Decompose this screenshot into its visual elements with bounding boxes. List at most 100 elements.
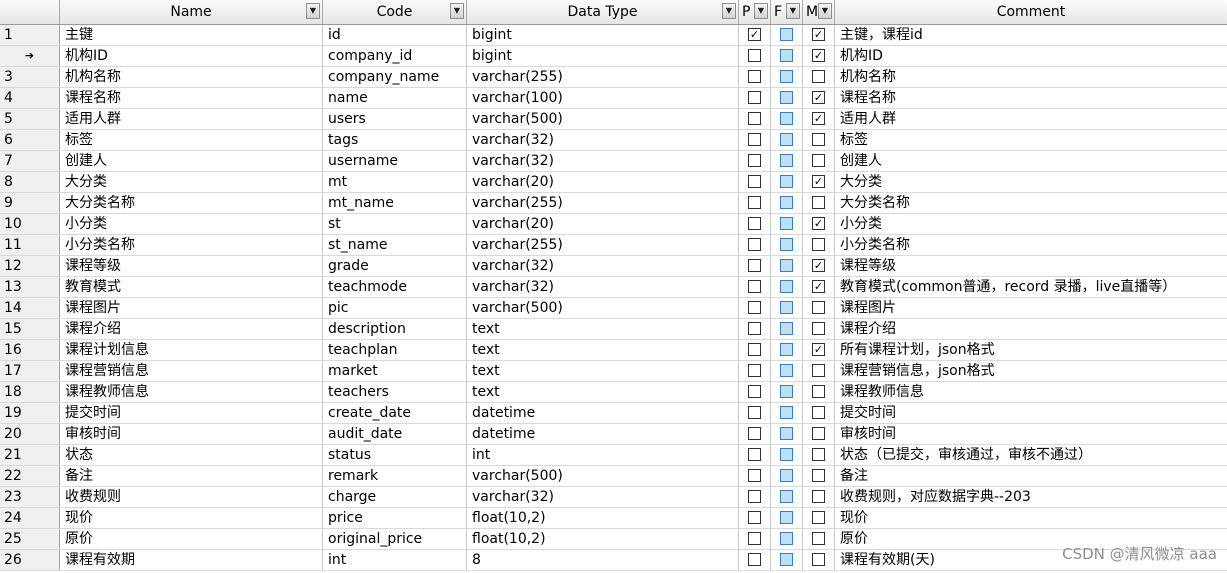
primary-key-checkbox[interactable] <box>748 49 761 62</box>
mandatory-checkbox[interactable] <box>812 511 825 524</box>
table-row[interactable]: 17 课程营销信息 market text 课程营销信息，json格式 <box>0 361 1227 382</box>
foreign-key-checkbox[interactable] <box>780 343 793 356</box>
table-row[interactable]: 12 课程等级 grade varchar(32) 课程等级 ✓ <box>0 256 1227 277</box>
cell-name[interactable]: 课程营销信息 <box>60 361 323 381</box>
cell-data-type[interactable]: varchar(32) <box>467 256 739 276</box>
row-number[interactable]: 11 <box>0 235 60 255</box>
table-row[interactable]: 13 教育模式 teachmode varchar(32) 教育模式(common普通，… <box>0 277 1227 298</box>
cell-code[interactable]: price <box>323 508 467 528</box>
row-number[interactable]: 16 <box>0 340 60 360</box>
chevron-down-icon[interactable]: ▼ <box>450 3 464 19</box>
cell-name[interactable]: 课程图片 <box>60 298 323 318</box>
chevron-down-icon[interactable]: ▼ <box>818 3 832 19</box>
header-p[interactable]: P ▼ <box>739 0 771 24</box>
foreign-key-checkbox[interactable] <box>780 301 793 314</box>
table-row[interactable]: 5 适用人群 users varchar(500) 适用人群 ✓ <box>0 109 1227 130</box>
mandatory-checkbox[interactable] <box>812 322 825 335</box>
cell-name[interactable]: 大分类名称 <box>60 193 323 213</box>
primary-key-checkbox[interactable] <box>748 511 761 524</box>
table-row[interactable]: ➔ 机构ID company_id bigint 机构ID ✓ <box>0 46 1227 67</box>
cell-name[interactable]: 课程名称 <box>60 88 323 108</box>
row-number[interactable]: 9 <box>0 193 60 213</box>
cell-name[interactable]: 提交时间 <box>60 403 323 423</box>
cell-data-type[interactable]: bigint <box>467 25 739 45</box>
cell-data-type[interactable]: bigint <box>467 46 739 66</box>
cell-code[interactable]: name <box>323 88 467 108</box>
cell-data-type[interactable]: datetime <box>467 424 739 444</box>
cell-code[interactable]: st <box>323 214 467 234</box>
mandatory-checkbox[interactable] <box>812 196 825 209</box>
cell-data-type[interactable]: float(10,2) <box>467 529 739 549</box>
cell-name[interactable]: 审核时间 <box>60 424 323 444</box>
foreign-key-checkbox[interactable] <box>780 427 793 440</box>
cell-name[interactable]: 状态 <box>60 445 323 465</box>
foreign-key-checkbox[interactable] <box>780 280 793 293</box>
cell-name[interactable]: 主键 <box>60 25 323 45</box>
foreign-key-checkbox[interactable] <box>780 154 793 167</box>
cell-data-type[interactable]: 8 <box>467 550 739 570</box>
mandatory-checkbox[interactable]: ✓ <box>812 217 825 230</box>
cell-code[interactable]: remark <box>323 466 467 486</box>
foreign-key-checkbox[interactable] <box>780 49 793 62</box>
cell-code[interactable]: market <box>323 361 467 381</box>
foreign-key-checkbox[interactable] <box>780 385 793 398</box>
row-number[interactable]: 19 <box>0 403 60 423</box>
foreign-key-checkbox[interactable] <box>780 322 793 335</box>
cell-data-type[interactable]: varchar(32) <box>467 487 739 507</box>
foreign-key-checkbox[interactable] <box>780 490 793 503</box>
foreign-key-checkbox[interactable] <box>780 259 793 272</box>
arrow-right-icon[interactable]: ➔ <box>0 46 60 66</box>
cell-name[interactable]: 课程有效期 <box>60 550 323 570</box>
foreign-key-checkbox[interactable] <box>780 91 793 104</box>
cell-comment[interactable]: 机构名称 <box>835 67 1227 87</box>
cell-code[interactable]: create_date <box>323 403 467 423</box>
cell-code[interactable]: status <box>323 445 467 465</box>
primary-key-checkbox[interactable] <box>748 259 761 272</box>
foreign-key-checkbox[interactable] <box>780 406 793 419</box>
cell-code[interactable]: tags <box>323 130 467 150</box>
primary-key-checkbox[interactable] <box>748 490 761 503</box>
table-row[interactable]: 1 主键 id bigint 主键，课程id ✓ ✓ <box>0 25 1227 46</box>
header-data-type[interactable]: Data Type ▼ <box>467 0 739 24</box>
row-number[interactable]: 14 <box>0 298 60 318</box>
cell-data-type[interactable]: varchar(32) <box>467 151 739 171</box>
mandatory-checkbox[interactable] <box>812 490 825 503</box>
foreign-key-checkbox[interactable] <box>780 196 793 209</box>
cell-name[interactable]: 收费规则 <box>60 487 323 507</box>
row-number[interactable]: 18 <box>0 382 60 402</box>
cell-code[interactable]: mt_name <box>323 193 467 213</box>
row-number[interactable]: 6 <box>0 130 60 150</box>
chevron-down-icon[interactable]: ▼ <box>786 3 800 19</box>
primary-key-checkbox[interactable] <box>748 322 761 335</box>
row-number[interactable]: 5 <box>0 109 60 129</box>
row-number[interactable]: 17 <box>0 361 60 381</box>
cell-code[interactable]: description <box>323 319 467 339</box>
cell-code[interactable]: mt <box>323 172 467 192</box>
cell-comment[interactable]: 备注 <box>835 466 1227 486</box>
cell-data-type[interactable]: varchar(255) <box>467 67 739 87</box>
row-number[interactable]: 22 <box>0 466 60 486</box>
foreign-key-checkbox[interactable] <box>780 112 793 125</box>
primary-key-checkbox[interactable] <box>748 154 761 167</box>
cell-data-type[interactable]: varchar(255) <box>467 235 739 255</box>
row-number[interactable]: 24 <box>0 508 60 528</box>
cell-comment[interactable]: 教育模式(common普通，record 录播，live直播等） <box>835 277 1227 297</box>
mandatory-checkbox[interactable]: ✓ <box>812 175 825 188</box>
mandatory-checkbox[interactable] <box>812 70 825 83</box>
header-comment[interactable]: Comment <box>835 0 1227 24</box>
mandatory-checkbox[interactable] <box>812 154 825 167</box>
cell-code[interactable]: teachers <box>323 382 467 402</box>
primary-key-checkbox[interactable] <box>748 385 761 398</box>
cell-code[interactable]: teachmode <box>323 277 467 297</box>
chevron-down-icon[interactable]: ▼ <box>722 3 736 19</box>
cell-data-type[interactable]: varchar(500) <box>467 109 739 129</box>
foreign-key-checkbox[interactable] <box>780 448 793 461</box>
cell-comment[interactable]: 状态（已提交，审核通过，审核不通过） <box>835 445 1227 465</box>
cell-name[interactable]: 创建人 <box>60 151 323 171</box>
primary-key-checkbox[interactable] <box>748 301 761 314</box>
primary-key-checkbox[interactable] <box>748 427 761 440</box>
table-row[interactable]: 15 课程介绍 description text 课程介绍 <box>0 319 1227 340</box>
cell-name[interactable]: 机构名称 <box>60 67 323 87</box>
primary-key-checkbox[interactable] <box>748 91 761 104</box>
foreign-key-checkbox[interactable] <box>780 175 793 188</box>
